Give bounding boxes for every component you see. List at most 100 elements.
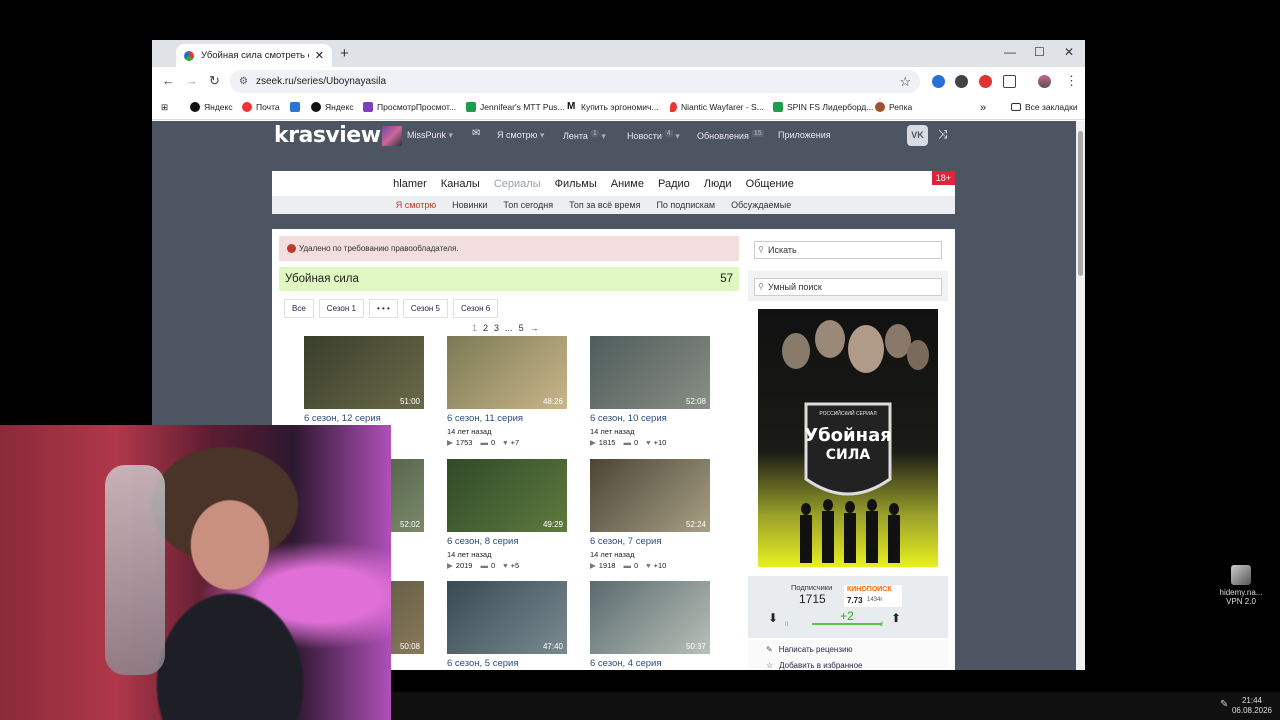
series-poster[interactable]: РОССИЙСКИЙ СЕРИАЛ Убойная СИЛА	[758, 309, 938, 567]
subnav-top-today[interactable]: Топ сегодня	[503, 200, 553, 210]
episode-title[interactable]: 6 сезон, 11 серия	[447, 413, 567, 424]
bookmark-star-icon[interactable]: ☆	[899, 70, 911, 93]
episode-thumbnail[interactable]: 52:24	[590, 459, 710, 532]
smart-search-input[interactable]: ⚲ Умный поиск	[754, 278, 942, 296]
subnav-discussed[interactable]: Обсуждаемые	[731, 200, 791, 210]
episode-card[interactable]: 47:40 6 сезон, 5 серия	[447, 581, 567, 669]
forward-icon[interactable]: →	[185, 73, 198, 88]
page-link[interactable]: 3	[494, 323, 499, 333]
episode-card[interactable]: 49:29 6 сезон, 8 серия 14 лет назад ▶ 2019 ▬ 0…	[447, 459, 567, 570]
bookmark-item[interactable]: Niantic Wayfarer - S...	[670, 102, 764, 112]
season-1[interactable]: Сезон 1	[318, 299, 364, 318]
menu-dots-icon[interactable]: ⋮	[1065, 73, 1078, 89]
episode-thumbnail[interactable]: 48:26	[447, 336, 567, 409]
season-5[interactable]: Сезон 5	[402, 299, 448, 318]
back-icon[interactable]: ←	[162, 73, 175, 88]
episode-title[interactable]: 6 сезон, 10 серия	[590, 413, 710, 424]
bookmark-item[interactable]	[290, 102, 304, 112]
address-bar[interactable]: ⚙ zseek.ru/series/Uboynayasila ☆	[230, 70, 920, 93]
bookmark-item[interactable]: Яндекс	[190, 102, 233, 112]
bookmark-item[interactable]: Репка	[875, 102, 912, 112]
search-input[interactable]: ⚲ Искать	[754, 241, 942, 259]
episode-thumbnail[interactable]: 50:37	[590, 581, 710, 654]
vote-down-arrow-icon[interactable]: ⬇	[768, 611, 778, 625]
series-title[interactable]: Убойная сила	[285, 267, 359, 291]
reload-icon[interactable]: ↻	[209, 73, 220, 89]
nav-feed[interactable]: Лента 1 ▾	[563, 130, 606, 142]
season-all[interactable]: Все	[284, 299, 314, 318]
new-tab-icon[interactable]: +	[340, 45, 349, 62]
season-more[interactable]: • • •	[368, 299, 398, 318]
user-avatar[interactable]	[382, 126, 402, 146]
page-link[interactable]: 1	[472, 323, 477, 333]
vote-up-arrow-icon[interactable]: ⬆	[891, 611, 901, 625]
episode-title[interactable]: 6 сезон, 8 серия	[447, 536, 567, 547]
bookmark-item[interactable]: SPIN FS Лидерборд...	[773, 102, 873, 112]
bookmark-item[interactable]: Яндекс	[311, 102, 354, 112]
extension-icon[interactable]	[932, 75, 945, 88]
category-films[interactable]: Фильмы	[555, 178, 597, 190]
extensions-puzzle-icon[interactable]	[1003, 75, 1016, 88]
apps-grid-icon[interactable]: ⊞	[161, 102, 168, 113]
vpn-desktop-shortcut[interactable]: hidemy.na... VPN 2.0	[1218, 565, 1264, 606]
pen-tray-icon[interactable]: ✎	[1220, 699, 1228, 710]
kinopoisk-badge[interactable]: КИНОПОИСК 7.73 1434г	[844, 585, 902, 607]
browser-tab[interactable]: Убойная сила смотреть онлай ✕	[176, 44, 332, 67]
page-link[interactable]: 2	[483, 323, 488, 333]
site-logo[interactable]: krasview	[274, 123, 381, 148]
category-people[interactable]: Люди	[704, 178, 732, 190]
user-menu[interactable]: MissPunk ▾	[407, 130, 453, 141]
next-page-arrow[interactable]: →	[530, 323, 539, 333]
category-channels[interactable]: Каналы	[441, 178, 480, 190]
extension-icon[interactable]	[979, 75, 992, 88]
nav-watching[interactable]: Я смотрю ▾	[497, 130, 544, 141]
category-chat[interactable]: Общение	[746, 178, 794, 190]
bookmark-item[interactable]: ПросмотрПросмот...	[363, 102, 456, 112]
episode-card[interactable]: 50:37 6 сезон, 4 серия	[590, 581, 710, 669]
episode-title[interactable]: 6 сезон, 12 серия	[304, 413, 424, 424]
subnav-new[interactable]: Новинки	[452, 200, 487, 210]
bookmark-item[interactable]: M Купить эргономич...	[567, 102, 658, 113]
category-anime[interactable]: Аниме	[611, 178, 644, 190]
season-6[interactable]: Сезон 6	[453, 299, 499, 318]
all-bookmarks[interactable]: Все закладки	[1011, 102, 1078, 112]
episode-title[interactable]: 6 сезон, 5 серия	[447, 658, 567, 669]
add-favorite-link[interactable]: ☆ Добавить в избранное	[766, 661, 862, 670]
episode-thumbnail[interactable]: 47:40	[447, 581, 567, 654]
category-hlamer[interactable]: hlamer	[393, 178, 427, 190]
category-radio[interactable]: Радио	[658, 178, 690, 190]
more-bookmarks-icon[interactable]: »	[980, 102, 986, 114]
extension-icon[interactable]	[955, 75, 968, 88]
episode-thumbnail[interactable]: 49:29	[447, 459, 567, 532]
close-window-icon[interactable]: ✕	[1064, 45, 1074, 59]
minimize-icon[interactable]: —	[1004, 45, 1016, 59]
nav-apps[interactable]: Приложения	[778, 130, 831, 140]
episode-card[interactable]: 51:00 6 сезон, 12 серия	[304, 336, 424, 424]
category-series[interactable]: Сериалы	[494, 178, 541, 190]
episode-title[interactable]: 6 сезон, 7 серия	[590, 536, 710, 547]
episode-thumbnail[interactable]: 52:08	[590, 336, 710, 409]
site-info-icon[interactable]: ⚙	[239, 70, 248, 93]
episode-card[interactable]: 52:24 6 сезон, 7 серия 14 лет назад ▶ 1918 ▬ 0…	[590, 459, 710, 570]
episode-title[interactable]: 6 сезон, 4 серия	[590, 658, 710, 669]
episode-card[interactable]: 52:08 6 сезон, 10 серия 14 лет назад ▶ 1815 ▬…	[590, 336, 710, 447]
bookmark-item[interactable]: Почта	[242, 102, 280, 112]
shuffle-icon[interactable]: ⤨	[938, 127, 948, 142]
maximize-icon[interactable]: ☐	[1034, 45, 1045, 59]
episode-card[interactable]: 48:26 6 сезон, 11 серия 14 лет назад ▶ 1753 ▬…	[447, 336, 567, 447]
nav-updates[interactable]: Обновления 15	[697, 130, 764, 141]
page-link[interactable]: 5	[519, 323, 524, 333]
subnav-subscriptions[interactable]: По подпискам	[656, 200, 715, 210]
episode-thumbnail[interactable]: 51:00	[304, 336, 424, 409]
profile-avatar[interactable]	[1038, 75, 1051, 88]
close-tab-icon[interactable]: ✕	[315, 49, 324, 62]
page-scrollbar[interactable]	[1076, 121, 1085, 670]
nav-news[interactable]: Новости 4 ▾	[627, 130, 680, 142]
vk-button[interactable]: VK	[907, 125, 928, 146]
bookmark-item[interactable]: Jennifear's MTT Pus...	[466, 102, 565, 112]
mail-icon[interactable]: ✉	[472, 128, 480, 139]
system-clock[interactable]: 21:44 06.08.2026	[1232, 696, 1272, 716]
subnav-watching[interactable]: Я смотрю	[396, 200, 436, 210]
scrollbar-thumb[interactable]	[1078, 131, 1083, 276]
subnav-top-all[interactable]: Топ за всё время	[569, 200, 640, 210]
